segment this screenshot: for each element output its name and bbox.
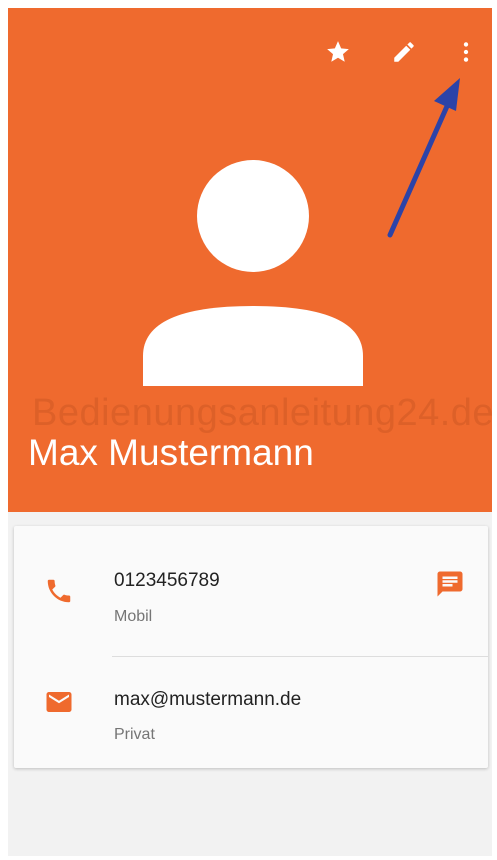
email-type-label: Privat <box>114 726 155 743</box>
more-vert-icon <box>463 42 469 62</box>
phone-number: 0123456789 <box>114 570 220 591</box>
watermark-text: Bedienungsanleitung24.de <box>32 392 492 434</box>
email-icon <box>46 692 72 712</box>
email-row[interactable]: max@mustermann.de Privat <box>14 657 488 768</box>
phone-icon <box>47 579 71 603</box>
send-message-button[interactable] <box>430 564 470 604</box>
star-icon <box>327 41 349 62</box>
contact-name: Max Mustermann <box>28 432 314 473</box>
email-address: max@mustermann.de <box>114 689 302 710</box>
favorite-button[interactable] <box>318 32 358 72</box>
edit-button[interactable] <box>384 32 424 72</box>
contact-screen: Bedienungsanleitung24.de Max Mustermann … <box>8 8 492 856</box>
phone-row[interactable]: 0123456789 Mobil <box>14 526 488 656</box>
more-options-button[interactable] <box>446 32 486 72</box>
message-icon <box>437 571 463 597</box>
contact-avatar <box>143 160 363 386</box>
edit-pencil-icon <box>394 42 414 62</box>
phone-type-label: Mobil <box>114 608 153 625</box>
contact-details-card: 0123456789 Mobil max@mustermann.de Priva… <box>14 526 488 768</box>
contact-header: Bedienungsanleitung24.de Max Mustermann <box>8 8 492 512</box>
